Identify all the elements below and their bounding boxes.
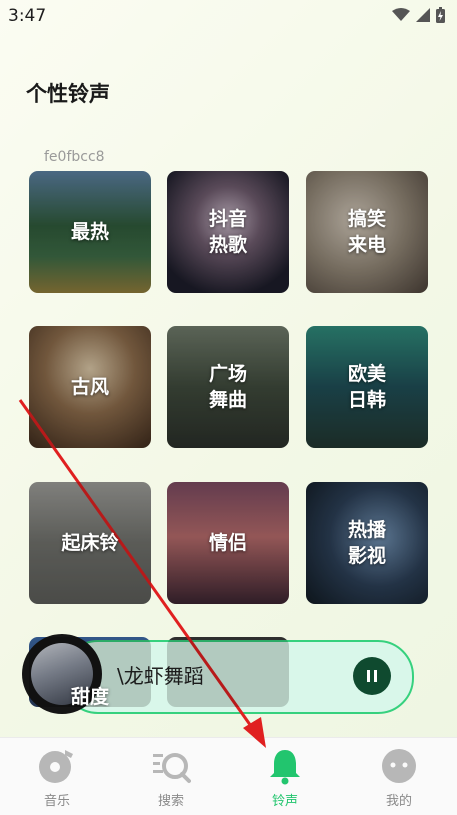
nav-label: 铃声 <box>271 794 298 809</box>
tile-label: 起床铃 <box>61 532 119 554</box>
status-bar: 3:47 <box>0 0 457 32</box>
pause-button[interactable] <box>353 657 391 695</box>
nav-label: 我的 <box>385 794 412 809</box>
nav-tab-mine[interactable]: 我的 <box>359 746 439 809</box>
nav-tab-ringtone[interactable]: 铃声 <box>245 746 325 809</box>
category-tile-sweet[interactable]: 甜度 <box>29 637 151 707</box>
status-icons <box>392 7 445 23</box>
tile-label: 广场 舞曲 <box>208 363 247 411</box>
nav-label: 搜索 <box>157 794 184 809</box>
tile-label: 情侣 <box>208 532 247 554</box>
category-tile-funny[interactable]: 搞笑 来电 <box>306 171 428 293</box>
tile-label: 搞笑 来电 <box>347 208 386 256</box>
nav-tab-music[interactable]: 音乐 <box>17 746 97 809</box>
category-tile-ancient[interactable]: 古风 <box>29 326 151 448</box>
category-tile-hot[interactable]: 最热 <box>29 171 151 293</box>
category-tile-western[interactable]: 欧美 日韩 <box>306 326 428 448</box>
category-tile-tv[interactable]: 热播 影视 <box>306 482 428 604</box>
tile-label: 最热 <box>70 221 109 243</box>
category-tile-square-dance[interactable]: 广场 舞曲 <box>167 326 289 448</box>
wifi-icon <box>392 8 410 21</box>
category-tile-couple[interactable]: 情侣 <box>167 482 289 604</box>
music-disc-icon <box>39 750 73 783</box>
category-tile-douyin[interactable]: 抖音 热歌 <box>167 171 289 293</box>
tile-label: 古风 <box>70 376 109 398</box>
nav-label: 音乐 <box>43 794 70 809</box>
category-tile-partial[interactable] <box>167 637 289 707</box>
profile-icon <box>382 749 416 783</box>
battery-icon <box>436 7 445 23</box>
search-icon <box>153 753 191 783</box>
tile-label: 热播 影视 <box>347 519 386 567</box>
id-label: fe0fbcc8 <box>44 149 105 165</box>
nav-tab-search[interactable]: 搜索 <box>131 746 211 809</box>
bottom-nav: 音乐 搜索 铃声 我的 <box>0 737 457 815</box>
status-time: 3:47 <box>8 6 47 26</box>
tile-label: 抖音 热歌 <box>208 208 247 256</box>
bell-icon <box>270 750 300 785</box>
tile-label: 甜度 <box>70 686 109 707</box>
signal-icon <box>416 8 430 22</box>
page-title: 个性铃声 <box>26 82 110 106</box>
category-tile-alarm[interactable]: 起床铃 <box>29 482 151 604</box>
tile-label: 欧美 日韩 <box>347 363 386 411</box>
